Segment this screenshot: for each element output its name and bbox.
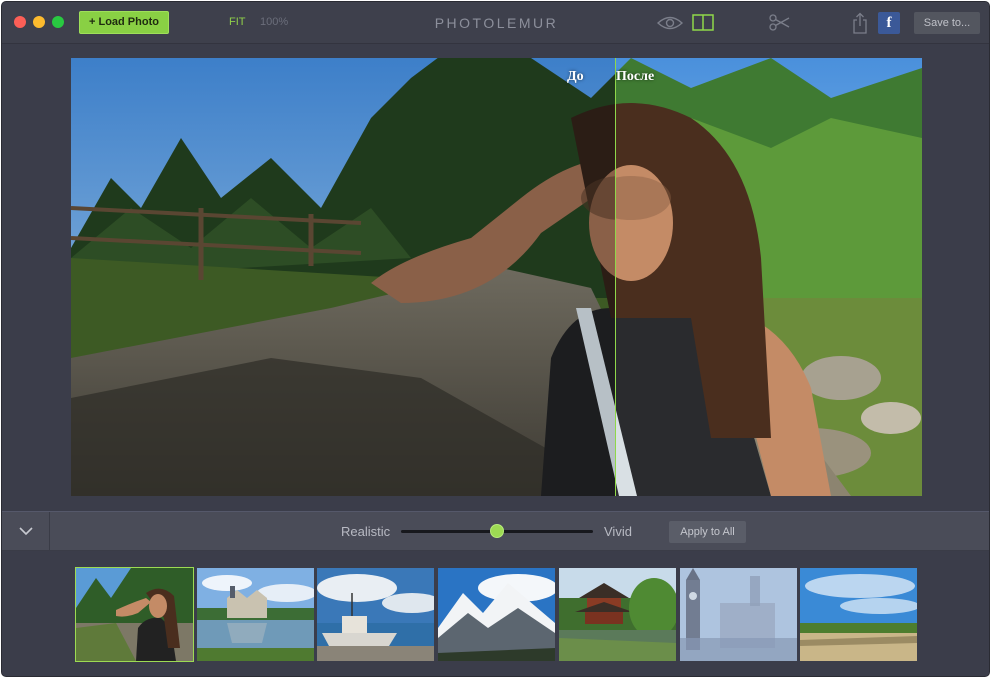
- slider-realistic-label: Realistic: [341, 524, 391, 539]
- title-bar: + Load Photo FIT 100% PHOTOLEMUR f Save …: [2, 2, 989, 44]
- before-photo: [71, 58, 615, 496]
- share-icon[interactable]: [852, 12, 868, 34]
- comparison-divider-handle[interactable]: [615, 58, 616, 496]
- before-label: До: [567, 69, 584, 84]
- thumbnail-item[interactable]: [800, 568, 917, 661]
- after-photo: [615, 58, 922, 496]
- thumbnail-item[interactable]: [680, 568, 797, 661]
- collapse-panel-button[interactable]: [2, 512, 50, 551]
- thumbnail-item[interactable]: [75, 567, 194, 662]
- app-title: PHOTOLEMUR: [434, 15, 559, 31]
- style-slider[interactable]: [401, 524, 593, 538]
- scissors-icon[interactable]: [769, 13, 791, 32]
- facebook-share-button[interactable]: f: [878, 12, 900, 34]
- eye-icon[interactable]: [657, 15, 683, 31]
- chevron-down-icon: [19, 527, 33, 536]
- thumbnail-strip: [2, 552, 989, 676]
- app-window: + Load Photo FIT 100% PHOTOLEMUR f Save …: [1, 1, 990, 677]
- split-view-icon[interactable]: [692, 14, 714, 31]
- photo-preview[interactable]: До После: [71, 58, 922, 496]
- save-to-button[interactable]: Save to...: [914, 12, 980, 34]
- style-slider-thumb[interactable]: [490, 524, 504, 538]
- thumbnail-item[interactable]: [559, 568, 676, 661]
- apply-to-all-button[interactable]: Apply to All: [669, 521, 746, 543]
- thumbnail-item[interactable]: [317, 568, 434, 661]
- thumbnail-item[interactable]: [197, 568, 314, 661]
- after-label: После: [616, 69, 655, 84]
- slider-vivid-label: Vivid: [604, 524, 632, 539]
- adjustment-bar: Realistic Vivid Apply to All: [2, 511, 989, 551]
- thumbnail-item[interactable]: [438, 568, 555, 661]
